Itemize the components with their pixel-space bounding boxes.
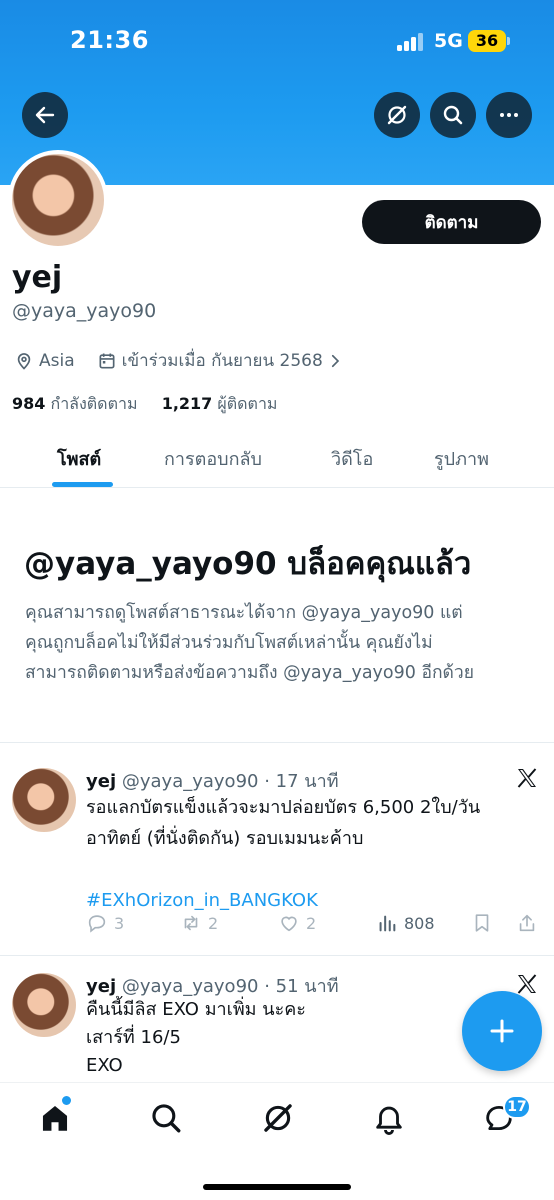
post-text-line: EXO <box>86 1055 123 1076</box>
back-button[interactable] <box>22 92 68 138</box>
like-button[interactable]: 2 <box>278 912 316 934</box>
blocked-desc-line: คุณสามารถดูโพสต์สาธารณะได้จาก @yaya_yayo… <box>25 603 463 623</box>
messages-badge: 17 <box>503 1095 531 1119</box>
search-button[interactable] <box>430 92 476 138</box>
compose-button[interactable] <box>462 991 542 1071</box>
home-indicator <box>203 1184 351 1190</box>
grok-button[interactable] <box>374 92 420 138</box>
profile-tabs: โพสต์ การตอบกลับ วิดีโอ รูปภาพ <box>0 430 554 488</box>
post-time: · 51 นาที <box>264 976 339 997</box>
tab-replies[interactable]: การตอบกลับ <box>164 444 262 473</box>
post-text-line: อาทิตย์ (ที่นั่งติดกัน) รอบเมมนะค้าบ <box>86 828 364 849</box>
following-stat[interactable]: 984 กำลังติดตาม <box>12 394 138 413</box>
like-count: 2 <box>306 913 317 933</box>
repost-count: 2 <box>208 913 219 933</box>
divider <box>0 742 554 743</box>
blocked-desc-line: คุณถูกบล็อคไม่ให้มีส่วนร่วมกับโพสต์เหล่า… <box>25 633 433 653</box>
follow-counts: 984 กำลังติดตาม 1,217 ผู้ติดตาม <box>12 392 277 417</box>
battery-level: 36 <box>475 31 499 50</box>
bookmark-icon <box>475 914 489 932</box>
profile-avatar[interactable] <box>8 150 108 250</box>
post-text-line: เสาร์ที่ 16/5 <box>86 1027 181 1048</box>
bell-icon <box>376 1106 402 1135</box>
display-name: yej <box>12 260 63 295</box>
joined-date[interactable]: เข้าร่วมเมื่อ กันยายน 2568 <box>122 347 323 374</box>
calendar-icon <box>99 353 115 368</box>
tab-videos[interactable]: วิดีโอ <box>331 444 373 473</box>
more-dots-icon <box>500 113 518 117</box>
status-bar: 21:36 5G 36 <box>0 0 554 80</box>
x-logo-icon <box>517 974 537 994</box>
location-pin-icon <box>17 352 31 370</box>
home-icon <box>42 1105 68 1131</box>
post-time: · 17 นาที <box>264 771 339 792</box>
blocked-title: @yaya_yayo90 บล็อคคุณแล้ว <box>24 546 472 582</box>
grok-icon <box>264 1104 292 1132</box>
post-author-handle: @yaya_yayo90 <box>121 976 259 997</box>
status-time: 21:36 <box>70 26 149 54</box>
post-avatar[interactable] <box>12 768 76 832</box>
post-header: yej @yaya_yayo90 · 17 นาที <box>86 766 339 795</box>
repost-button[interactable]: 2 <box>180 912 218 934</box>
search-icon <box>443 105 463 125</box>
post-author-name: yej <box>86 771 117 792</box>
views-count: 808 <box>404 913 435 933</box>
location-text: Asia <box>39 350 75 371</box>
tab-photos[interactable]: รูปภาพ <box>434 444 489 473</box>
grok-icon <box>387 105 407 125</box>
followers-stat[interactable]: 1,217 ผู้ติดตาม <box>162 394 278 413</box>
following-count: 984 <box>12 394 46 413</box>
post-text: รอแลกบัตรแข็งแล้วจะมาปล่อยบัตร 6,500 2ใบ… <box>86 792 480 916</box>
share-icon <box>519 914 535 932</box>
followers-label: ผู้ติดตาม <box>217 394 278 413</box>
battery-icon: 36 <box>468 30 506 52</box>
reply-button[interactable]: 3 <box>86 912 124 934</box>
share-button[interactable] <box>516 912 538 934</box>
reply-count: 3 <box>114 913 125 933</box>
followers-count: 1,217 <box>161 394 213 413</box>
search-icon <box>152 1104 181 1133</box>
bottom-navigation: 17 <box>0 1082 554 1200</box>
arrow-left-icon <box>35 106 55 124</box>
nav-notifications[interactable] <box>372 1101 406 1135</box>
plus-icon <box>490 1019 514 1043</box>
post-author-name: yej <box>86 976 117 997</box>
post-text-line: คืนนี้มีลิส EXO มาเพิ่ม นะคะ <box>86 999 306 1020</box>
following-label: กำลังติดตาม <box>50 394 138 413</box>
post-author-handle: @yaya_yayo90 <box>121 771 259 792</box>
follow-button[interactable]: ติดตาม <box>362 200 541 244</box>
profile-handle: @yaya_yayo90 <box>12 300 157 322</box>
post-actions: 3 2 2 808 <box>86 912 546 940</box>
nav-search[interactable] <box>149 1101 183 1135</box>
divider <box>0 955 554 956</box>
notification-dot <box>62 1096 71 1105</box>
post-text: คืนนี้มีลิส EXO มาเพิ่ม นะคะ เสาร์ที่ 16… <box>86 996 306 1080</box>
signal-icon <box>397 33 425 51</box>
heart-icon <box>281 916 297 932</box>
post-text-line: รอแลกบัตรแข็งแล้วจะมาปล่อยบัตร 6,500 2ใบ… <box>86 797 481 818</box>
tab-posts[interactable]: โพสต์ <box>57 444 101 473</box>
repost-icon <box>184 915 198 931</box>
views-chart-icon <box>379 915 396 932</box>
views-button[interactable]: 808 <box>376 912 435 934</box>
nav-home[interactable] <box>38 1101 72 1135</box>
battery-tip <box>507 37 510 45</box>
active-tab-indicator <box>52 482 113 487</box>
nav-grok[interactable] <box>261 1101 295 1135</box>
network-type: 5G <box>434 30 463 52</box>
post-avatar[interactable] <box>12 973 76 1037</box>
reply-icon <box>88 915 106 933</box>
blocked-desc-line: สามารถติดตามหรือส่งข้อความถึง @yaya_yayo… <box>25 663 475 683</box>
more-button[interactable] <box>486 92 532 138</box>
bookmark-button[interactable] <box>471 912 493 934</box>
blocked-description: คุณสามารถดูโพสต์สาธารณะได้จาก @yaya_yayo… <box>25 598 535 688</box>
profile-meta: Asia เข้าร่วมเมื่อ กันยายน 2568 <box>14 347 344 374</box>
chevron-right-icon <box>331 354 339 367</box>
x-logo-icon <box>517 768 537 788</box>
